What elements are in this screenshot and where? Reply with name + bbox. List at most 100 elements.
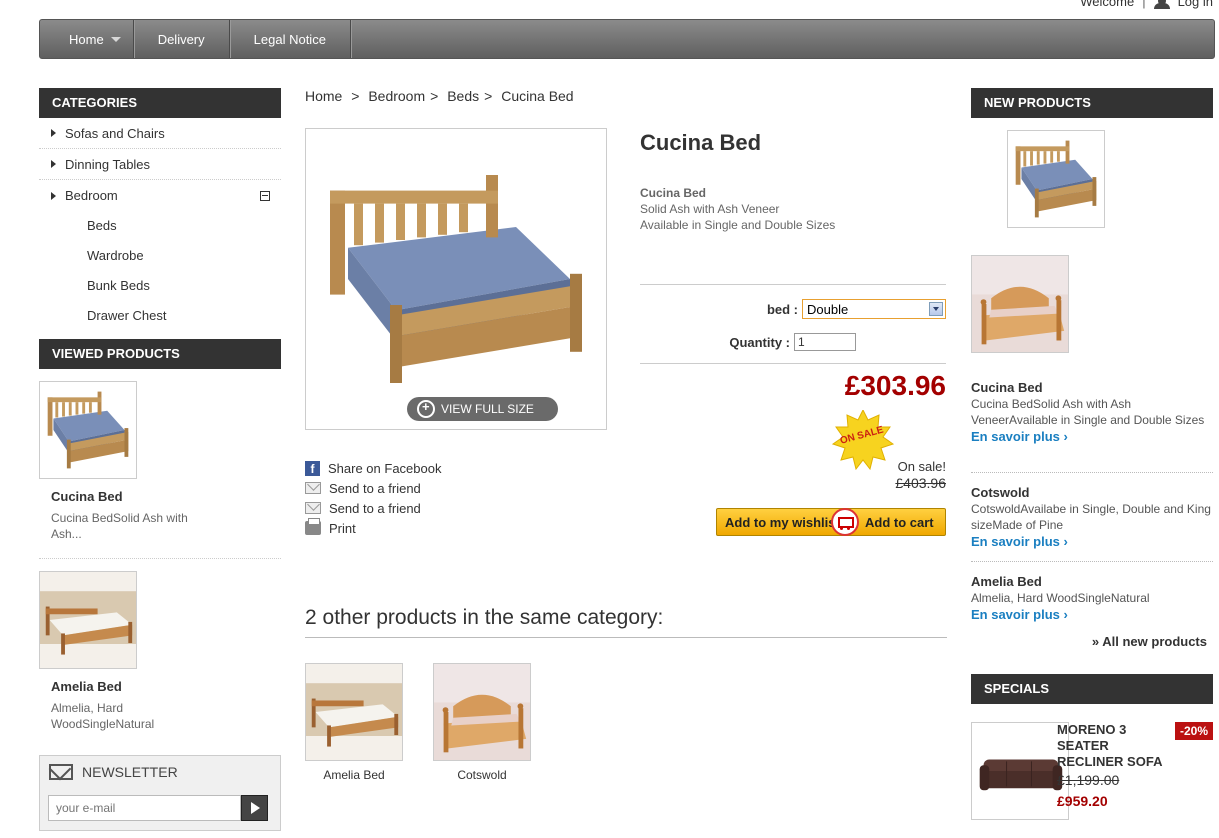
- envelope-icon: [305, 502, 321, 514]
- desc-title: Cucina Bed: [640, 186, 707, 200]
- subcategory-wardrobe[interactable]: Wardrobe: [39, 241, 281, 271]
- send-to-friend-label: Send to a friend: [329, 480, 421, 496]
- add-to-wishlist-button[interactable]: Add to my wishlist: [717, 515, 835, 530]
- other-product-name[interactable]: Cotswold: [433, 768, 531, 782]
- subcategory-bunk-beds[interactable]: Bunk Beds: [39, 271, 281, 301]
- viewed-product-image[interactable]: [39, 381, 137, 479]
- collapse-icon[interactable]: [260, 191, 270, 201]
- category-bedroom[interactable]: Bedroom: [39, 180, 281, 211]
- chevron-down-icon: [929, 302, 943, 316]
- nav-delivery-label: Delivery: [157, 31, 205, 47]
- user-bar: Welcome | Log in: [1080, 0, 1213, 9]
- special-new-price: £959.20: [1057, 793, 1108, 809]
- newsletter-title: NEWSLETTER: [82, 764, 178, 780]
- other-products-title: 2 other products in the same category:: [305, 606, 664, 629]
- divider: [305, 637, 947, 638]
- bed-size-select[interactable]: Double: [802, 299, 946, 319]
- breadcrumb-separator: >: [484, 88, 493, 104]
- other-product-item[interactable]: Cotswold: [433, 663, 531, 782]
- divider: [640, 284, 946, 285]
- left-column: CATEGORIES Sofas and Chairs Dinning Tabl…: [39, 88, 281, 732]
- subcategory-drawer-chest[interactable]: Drawer Chest: [39, 301, 281, 331]
- category-dinning-tables[interactable]: Dinning Tables: [39, 149, 281, 180]
- chevron-down-icon: [110, 36, 121, 42]
- new-product-name[interactable]: Cotswold: [971, 485, 1213, 500]
- nav-delivery[interactable]: Delivery: [134, 20, 230, 58]
- view-full-size-button[interactable]: VIEW FULL SIZE: [407, 397, 558, 421]
- read-more-link[interactable]: En savoir plus: [971, 607, 1213, 622]
- category-label: Dinning Tables: [65, 156, 151, 172]
- other-product-name[interactable]: Amelia Bed: [305, 768, 403, 782]
- product-price: £303.96: [844, 370, 946, 401]
- print-link[interactable]: Print: [305, 518, 441, 538]
- share-facebook-label: Share on Facebook: [328, 460, 442, 476]
- category-sofas-and-chairs[interactable]: Sofas and Chairs: [39, 118, 281, 149]
- read-more-link[interactable]: En savoir plus: [971, 534, 1213, 549]
- viewed-product-name[interactable]: Amelia Bed: [51, 679, 281, 694]
- category-label: Sofas and Chairs: [65, 125, 165, 141]
- new-products-title: NEW PRODUCTS: [971, 88, 1213, 118]
- viewed-products-title: VIEWED PRODUCTS: [39, 339, 281, 369]
- viewed-product-desc: Almelia, Hard WoodSingleNatural: [51, 701, 155, 731]
- all-new-products-link[interactable]: » All new products: [1092, 634, 1207, 649]
- special-product-image[interactable]: [971, 722, 1069, 820]
- newsletter-email-input[interactable]: [48, 795, 241, 821]
- new-product-item: Cotswold CotswoldAvailabe in Single, Dou…: [971, 485, 1213, 549]
- new-product-image[interactable]: [1007, 130, 1105, 228]
- breadcrumb: Home > Bedroom > Beds > Cucina Bed: [305, 88, 579, 104]
- option-label: bed :: [766, 301, 798, 317]
- product-title: Cucina Bed: [640, 130, 762, 155]
- new-product-item: Amelia Bed Almelia, Hard WoodSingleNatur…: [971, 574, 1213, 622]
- arrow-right-icon: [51, 191, 56, 200]
- send-to-friend-link[interactable]: Send to a friend: [305, 498, 441, 518]
- nav-home[interactable]: Home: [40, 20, 134, 58]
- other-product-image[interactable]: [433, 663, 531, 761]
- send-to-friend-link[interactable]: Send to a friend: [305, 478, 441, 498]
- user-icon: [1153, 0, 1170, 9]
- breadcrumb-current: Cucina Bed: [501, 88, 574, 104]
- separator: |: [1142, 0, 1146, 9]
- category-label: Bedroom: [65, 188, 118, 203]
- share-facebook-link[interactable]: f Share on Facebook: [305, 458, 441, 478]
- newsletter-submit-button[interactable]: [241, 795, 268, 821]
- bed-size-value: Double: [807, 301, 849, 317]
- viewed-product-item: Amelia Bed Almelia, Hard WoodSingleNatur…: [39, 571, 281, 732]
- subcategory-beds[interactable]: Beds: [39, 211, 281, 241]
- arrow-right-icon: [51, 129, 56, 137]
- on-sale-badge-icon: ON SALE: [832, 410, 894, 470]
- arrow-right-icon: [51, 160, 56, 168]
- mail-icon: [49, 764, 73, 780]
- view-full-size-label: VIEW FULL SIZE: [441, 402, 534, 416]
- breadcrumb-bedroom[interactable]: Bedroom: [368, 88, 425, 104]
- quantity-input[interactable]: 1: [794, 333, 856, 351]
- zoom-icon: [417, 399, 435, 418]
- read-more-link[interactable]: En savoir plus: [971, 429, 1213, 444]
- add-to-cart-button[interactable]: Add to cart: [859, 515, 934, 530]
- other-product-image[interactable]: [305, 663, 403, 761]
- new-product-image[interactable]: [971, 255, 1069, 353]
- login-link[interactable]: Log in: [1178, 0, 1213, 9]
- divider: [39, 558, 281, 559]
- discount-badge: -20%: [1174, 722, 1213, 740]
- viewed-product-image[interactable]: [39, 571, 137, 669]
- new-product-name[interactable]: Cucina Bed: [971, 380, 1213, 395]
- viewed-products: VIEWED PRODUCTS Cucina Bed Cucina BedSol…: [39, 339, 281, 732]
- print-label: Print: [329, 520, 356, 536]
- product-main-image[interactable]: VIEW FULL SIZE: [305, 128, 607, 430]
- breadcrumb-home[interactable]: Home: [305, 88, 342, 104]
- option-row: bed : Double: [640, 299, 946, 319]
- cart-icon: [831, 508, 859, 536]
- nav-legal-notice[interactable]: Legal Notice: [230, 20, 351, 58]
- facebook-icon: f: [305, 460, 320, 476]
- other-product-item[interactable]: Amelia Bed: [305, 663, 403, 782]
- newsletter-block: NEWSLETTER: [39, 755, 281, 831]
- new-product-desc: Almelia, Hard WoodSingleNatural: [971, 591, 1150, 605]
- breadcrumb-beds[interactable]: Beds: [447, 88, 479, 104]
- welcome-text: Welcome: [1080, 0, 1135, 9]
- special-product-name[interactable]: MORENO 3 SEATER RECLINER SOFA: [1057, 722, 1177, 770]
- divider: [971, 561, 1213, 562]
- new-product-name[interactable]: Amelia Bed: [971, 574, 1213, 589]
- specials-title: SPECIALS: [971, 674, 1213, 704]
- viewed-product-name[interactable]: Cucina Bed: [51, 489, 281, 504]
- newsletter-form: [48, 795, 268, 821]
